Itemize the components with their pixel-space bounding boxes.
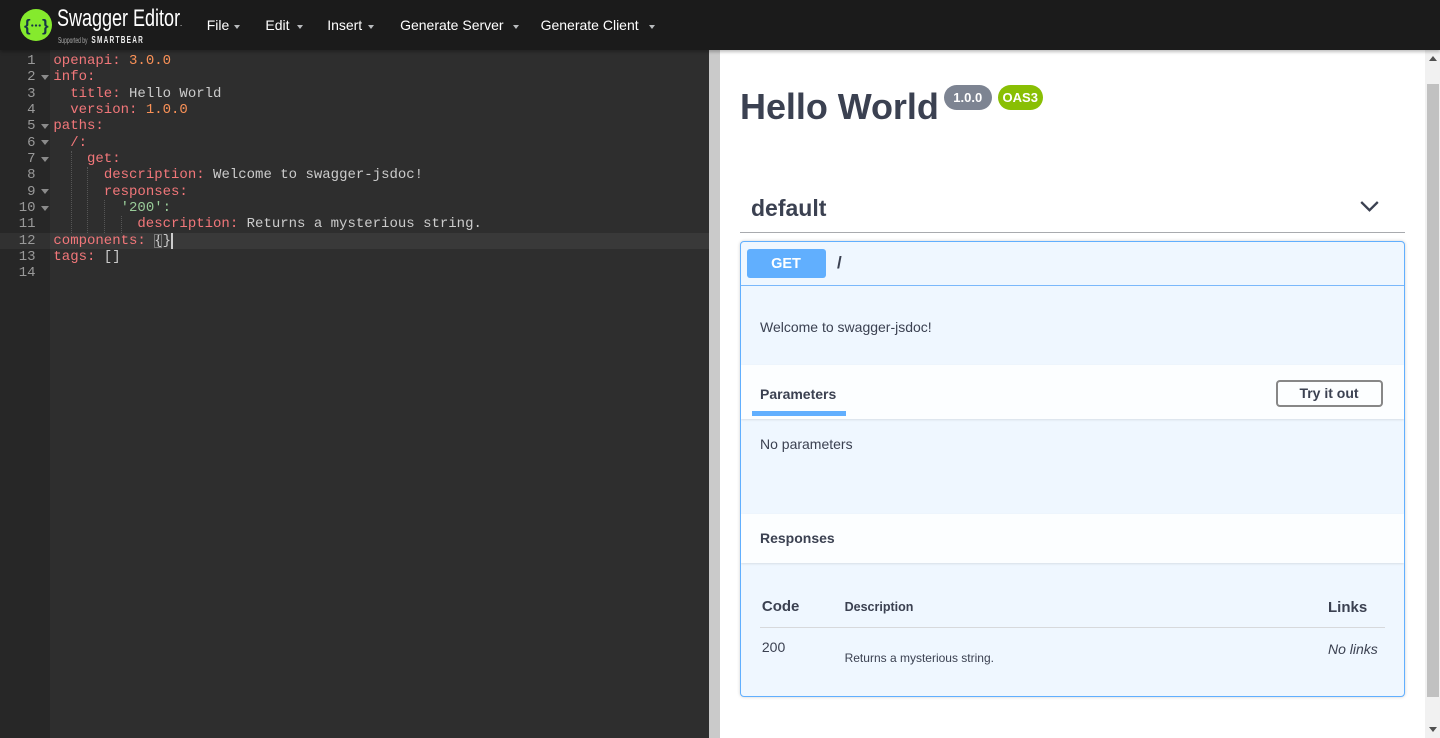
svg-text:}: } [42, 16, 49, 35]
svg-text:{: { [24, 16, 31, 35]
